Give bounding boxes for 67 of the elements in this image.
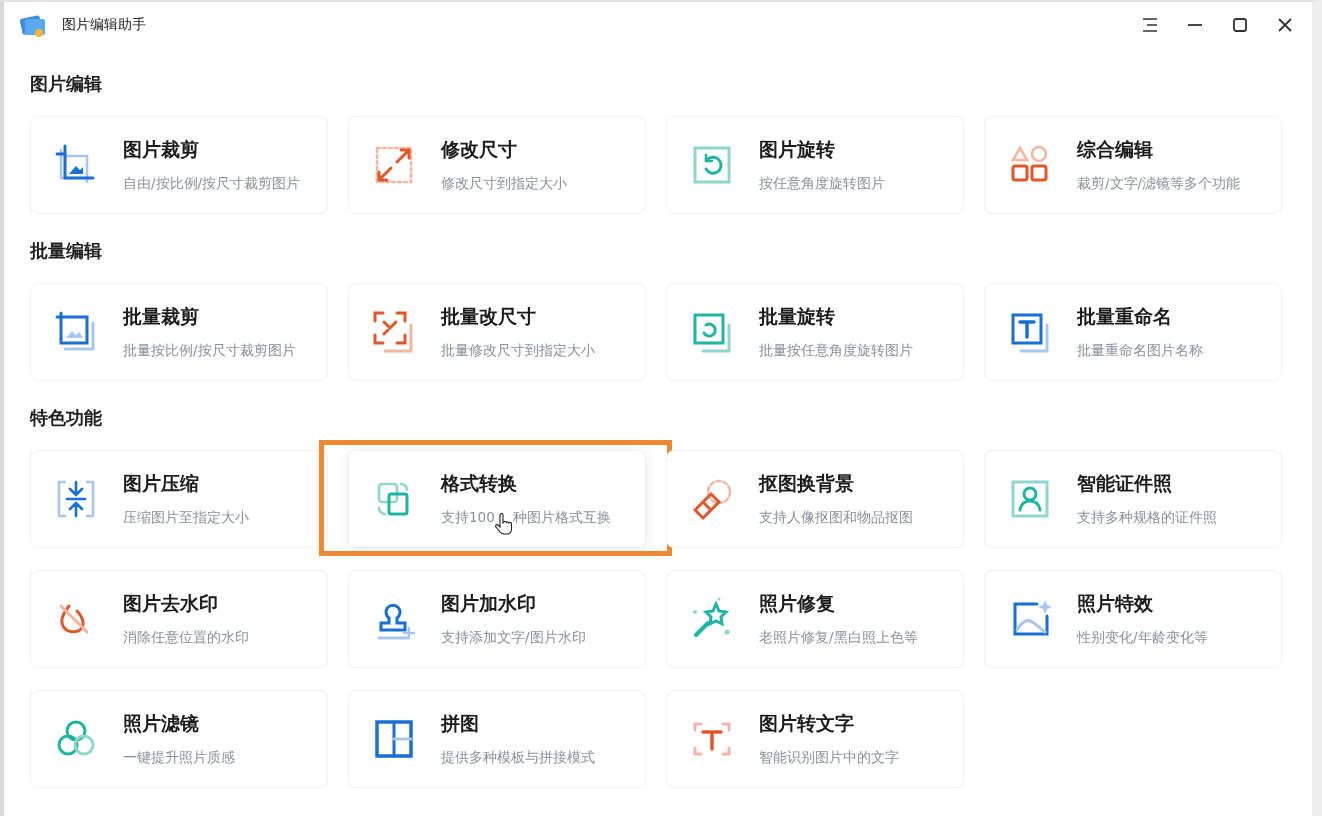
feature-card[interactable]: 智能证件照 支持多种规格的证件照 <box>984 450 1282 548</box>
hand-cursor-icon <box>494 513 513 535</box>
card-title: 图片裁剪 <box>123 137 200 162</box>
feature-card[interactable]: 图片转文字 智能识别图片中的文字 <box>666 690 964 788</box>
section-title: 批量编辑 <box>30 239 103 263</box>
card-description: 压缩图片至指定大小 <box>123 509 249 527</box>
feature-card[interactable]: 综合编辑 裁剪/文字/滤镜等多个功能 <box>984 116 1282 214</box>
card-description: 提供多种模板与拼接模式 <box>441 749 595 767</box>
feature-card[interactable]: 照片修复 老照片修复/黑白照上色等 <box>666 570 964 668</box>
card-description: 批量按任意角度旋转图片 <box>759 342 913 360</box>
card-title: 抠图换背景 <box>759 471 855 496</box>
card-description: 裁剪/文字/滤镜等多个功能 <box>1077 175 1241 193</box>
card-title: 图片压缩 <box>123 471 200 496</box>
card-title: 批量旋转 <box>759 304 836 329</box>
card-description: 一键提升照片质感 <box>123 749 235 767</box>
card-description: 性别变化/年龄变化等 <box>1077 629 1208 647</box>
card-title: 图片旋转 <box>759 137 836 162</box>
card-description: 自由/按比例/按尺寸裁剪图片 <box>123 175 301 193</box>
feature-card[interactable]: 批量重命名 批量重命名图片名称 <box>984 283 1282 381</box>
feature-card[interactable]: 批量裁剪 批量按比例/按尺寸裁剪图片 <box>30 283 328 381</box>
card-description: 老照片修复/黑白照上色等 <box>759 629 918 647</box>
card-description: 批量按比例/按尺寸裁剪图片 <box>123 342 296 360</box>
feature-card[interactable]: 格式转换 支持100 种图片格式互换 <box>348 450 646 548</box>
card-description: 消除任意位置的水印 <box>123 629 249 647</box>
feature-card[interactable]: 图片裁剪 自由/按比例/按尺寸裁剪图片 <box>30 116 328 214</box>
card-title: 照片滤镜 <box>123 711 200 736</box>
feature-card[interactable]: 批量旋转 批量按任意角度旋转图片 <box>666 283 964 381</box>
card-title: 综合编辑 <box>1077 137 1154 162</box>
card-title: 批量裁剪 <box>123 304 200 329</box>
feature-card[interactable]: 图片压缩 压缩图片至指定大小 <box>30 450 328 548</box>
feature-card[interactable]: 图片去水印 消除任意位置的水印 <box>30 570 328 668</box>
card-title: 照片修复 <box>759 591 836 616</box>
card-description: 支持添加文字/图片水印 <box>441 629 586 647</box>
card-description: 支持多种规格的证件照 <box>1077 509 1217 527</box>
feature-card[interactable]: 照片特效 性别变化/年龄变化等 <box>984 570 1282 668</box>
card-description: 支持100 <box>441 509 495 527</box>
card-title: 图片转文字 <box>759 711 855 736</box>
card-title: 图片加水印 <box>441 591 537 616</box>
feature-card[interactable]: 抠图换背景 支持人像抠图和物品抠图 <box>666 450 964 548</box>
feature-card[interactable]: 图片加水印 支持添加文字/图片水印 <box>348 570 646 668</box>
card-description: 支持人像抠图和物品抠图 <box>759 509 913 527</box>
close-icon[interactable] <box>1277 17 1293 33</box>
card-title: 格式转换 <box>441 471 518 496</box>
card-title: 拼图 <box>441 711 480 736</box>
card-description: 智能识别图片中的文字 <box>759 749 899 767</box>
menu-icon[interactable] <box>1142 17 1158 33</box>
card-title: 智能证件照 <box>1077 471 1173 496</box>
section-title: 特色功能 <box>30 406 103 430</box>
card-title: 批量改尺寸 <box>441 304 537 329</box>
feature-card[interactable]: 修改尺寸 修改尺寸到指定大小 <box>348 116 646 214</box>
card-description: 种图片格式互换 <box>512 509 611 527</box>
minimize-icon[interactable] <box>1187 23 1203 27</box>
card-title: 修改尺寸 <box>441 137 518 162</box>
section-title: 图片编辑 <box>30 72 103 96</box>
maximize-icon[interactable] <box>1232 17 1248 33</box>
feature-card[interactable]: 拼图 提供多种模板与拼接模式 <box>348 690 646 788</box>
card-title: 图片去水印 <box>123 591 219 616</box>
feature-card[interactable]: 批量改尺寸 批量修改尺寸到指定大小 <box>348 283 646 381</box>
card-description: 修改尺寸到指定大小 <box>441 175 567 193</box>
card-description: 批量修改尺寸到指定大小 <box>441 342 595 360</box>
card-title: 照片特效 <box>1077 591 1154 616</box>
window-title: 图片编辑助手 <box>62 16 147 34</box>
feature-card[interactable]: 图片旋转 按任意角度旋转图片 <box>666 116 964 214</box>
card-description: 按任意角度旋转图片 <box>759 175 885 193</box>
card-description: 批量重命名图片名称 <box>1077 342 1203 360</box>
card-title: 批量重命名 <box>1077 304 1173 329</box>
feature-card[interactable]: 照片滤镜 一键提升照片质感 <box>30 690 328 788</box>
